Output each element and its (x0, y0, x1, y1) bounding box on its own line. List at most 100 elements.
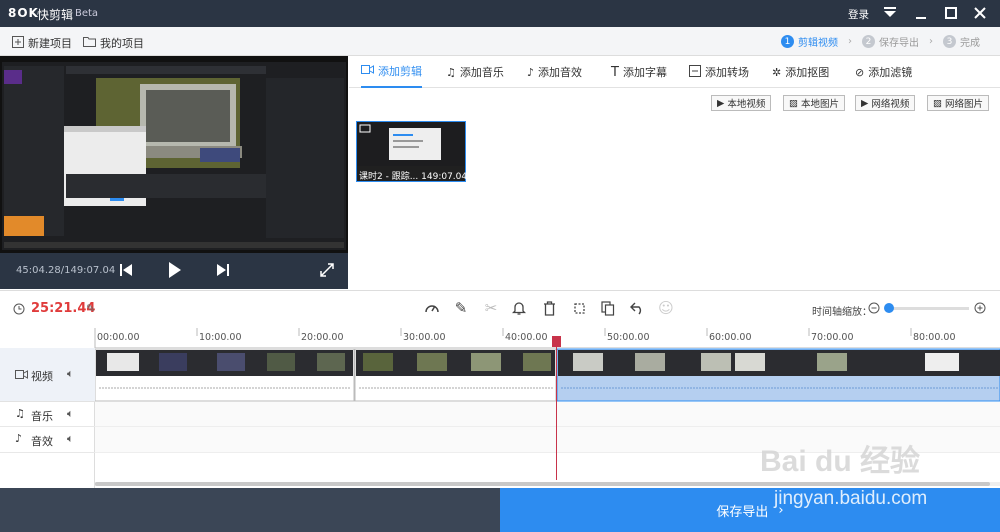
sound-effect-icon: ♪ (15, 432, 23, 445)
steps-indicator: 1 剪辑视频 › 2 保存导出 › 3 完成 (781, 34, 980, 49)
bell-icon[interactable] (509, 298, 529, 318)
trash-icon[interactable] (539, 298, 559, 318)
watermark-url: jingyan.baidu.com (774, 488, 928, 509)
maximize-icon[interactable] (944, 6, 958, 20)
music-note-icon: ♫ (446, 65, 456, 79)
timeline-ruler[interactable]: 00:00.00 10:00.00 20:00.00 30:00.00 40:0… (95, 328, 1000, 348)
preview-controls: 45:04.28/149:07.04 (0, 253, 348, 289)
folder-icon (83, 36, 96, 50)
speaker-icon[interactable]: 🔈︎ (67, 432, 74, 446)
clip-caption: 课时2 - 跟踪... 149:07.04 (359, 172, 468, 182)
ruler-tick: 50:00.00 (607, 332, 650, 343)
ruler-tick: 70:00.00 (811, 332, 854, 343)
my-project-button[interactable]: 我的项目 (83, 35, 144, 51)
web-video-button[interactable]: ▶ 网络视频 (855, 95, 916, 111)
preview-frame (0, 56, 348, 253)
local-video-label: 本地视频 (727, 99, 766, 110)
login-button[interactable]: 登录 (848, 7, 869, 22)
tab-add-subtitle[interactable]: T 添加字幕 (611, 56, 667, 88)
local-video-button[interactable]: ▶ 本地视频 (711, 95, 772, 111)
tab-add-transition[interactable]: 添加转场 (689, 56, 749, 88)
copy-icon[interactable] (598, 298, 618, 318)
video-camera-icon (361, 64, 374, 78)
zoom-slider-handle[interactable] (884, 303, 894, 313)
playhead-handle[interactable] (552, 336, 561, 347)
step-3-number: 3 (943, 35, 956, 48)
tab-add-transition-label: 添加转场 (705, 66, 749, 79)
text-icon: T (611, 64, 619, 80)
sound-effect-track-label: 音效 (31, 435, 53, 448)
next-frame-icon[interactable] (217, 263, 229, 280)
track-labels: 视频 🔈︎ ♫ 音乐 🔈︎ ♪ 音效 🔈︎ (0, 328, 95, 488)
app-edition: Beta (75, 8, 99, 19)
clock-icon (13, 303, 25, 318)
speaker-icon[interactable]: 🔈︎ (67, 367, 74, 381)
dropdown-menu-icon[interactable] (883, 5, 897, 19)
save-export-label: 保存导出 (716, 504, 769, 520)
tab-add-music[interactable]: ♫ 添加音乐 (446, 56, 504, 88)
tab-add-clip[interactable]: 添加剪辑 (361, 56, 422, 88)
video-track-label: 视频 (31, 370, 53, 383)
music-track-label: 音乐 (31, 410, 53, 423)
app-logo: 8OK (8, 6, 39, 20)
undo-icon[interactable] (627, 298, 647, 318)
step-3-label: 完成 (960, 38, 980, 49)
step-2-number: 2 (862, 35, 875, 48)
sound-effect-icon: ♪ (527, 65, 535, 79)
tab-add-cutout[interactable]: ✲ 添加抠图 (772, 56, 829, 88)
baidu-watermark: Bai du 经验 (760, 445, 921, 478)
transition-icon (689, 64, 701, 80)
tab-add-sound-effect-label: 添加音效 (538, 66, 583, 79)
local-image-label: 本地图片 (800, 99, 839, 110)
minimize-icon[interactable] (914, 6, 928, 20)
ruler-tick: 10:00.00 (199, 332, 242, 343)
zoom-label: 时间轴缩放： (812, 307, 872, 318)
ruler-tick: 20:00.00 (301, 332, 344, 343)
tab-add-music-label: 添加音乐 (459, 66, 504, 79)
ruler-tick: 80:00.00 (913, 332, 956, 343)
track-sound-effect: ♪ 音效 🔈︎ (0, 427, 95, 453)
my-project-label: 我的项目 (100, 37, 144, 50)
speaker-icon[interactable]: 🔈︎ (67, 407, 74, 421)
zoom-slider[interactable] (884, 303, 969, 313)
video-track-lane (94, 348, 1000, 402)
zoom-out-icon[interactable] (868, 302, 880, 317)
edit-pencil-icon[interactable]: ✎ (451, 298, 471, 318)
new-project-icon (12, 35, 24, 51)
menu-bar: 新建项目 我的项目 1 剪辑视频 › 2 保存导出 › 3 完成 (0, 27, 1000, 56)
chevron-right-icon: › (929, 36, 933, 47)
step-1-label: 剪辑视频 (798, 38, 838, 49)
close-icon[interactable] (973, 6, 987, 20)
music-note-icon: ♫ (15, 407, 25, 420)
ruler-tick: 40:00.00 (505, 332, 548, 343)
media-clip[interactable]: 课时2 - 跟踪... 149:07.04 (356, 121, 468, 182)
track-music: ♫ 音乐 🔈︎ (0, 402, 95, 427)
play-icon[interactable] (168, 261, 182, 282)
previous-frame-icon[interactable] (120, 263, 132, 280)
tool-tabs: 添加剪辑 ♫ 添加音乐 ♪ 添加音效 T 添加字幕 添加转场 ✲ 添加抠图 ⊘ … (349, 56, 1000, 88)
fullscreen-icon[interactable] (320, 263, 334, 280)
scissors-icon[interactable]: ✂ (481, 298, 501, 318)
edit-position-icon[interactable]: ✎ (86, 302, 95, 315)
speed-icon[interactable] (422, 298, 442, 318)
scrollbar-thumb[interactable] (95, 482, 990, 486)
ruler-tick: 30:00.00 (403, 332, 446, 343)
new-project-button[interactable]: 新建项目 (12, 35, 72, 51)
music-track-lane[interactable] (95, 402, 1000, 427)
chevron-right-icon: › (848, 36, 852, 47)
web-image-button[interactable]: ▨ 网络图片 (927, 95, 989, 111)
preview-time: 45:04.28/149:07.04 (16, 265, 116, 276)
local-image-button[interactable]: ▨ 本地图片 (783, 95, 845, 111)
ruler-tick: 60:00.00 (709, 332, 752, 343)
emoji-icon[interactable]: ☺ (656, 298, 676, 318)
play-box-icon: ▶ (717, 97, 725, 109)
web-image-label: 网络图片 (944, 99, 983, 110)
tab-add-cutout-label: 添加抠图 (785, 66, 830, 79)
timeline-scrollbar[interactable] (95, 482, 1000, 486)
video-track-icon (15, 369, 28, 383)
step-1-number: 1 (781, 35, 794, 48)
tab-add-filter[interactable]: ⊘ 添加滤镜 (855, 56, 912, 88)
zoom-in-icon[interactable] (974, 302, 986, 317)
tab-add-sound-effect[interactable]: ♪ 添加音效 (527, 56, 582, 88)
crop-icon[interactable] (569, 298, 589, 318)
